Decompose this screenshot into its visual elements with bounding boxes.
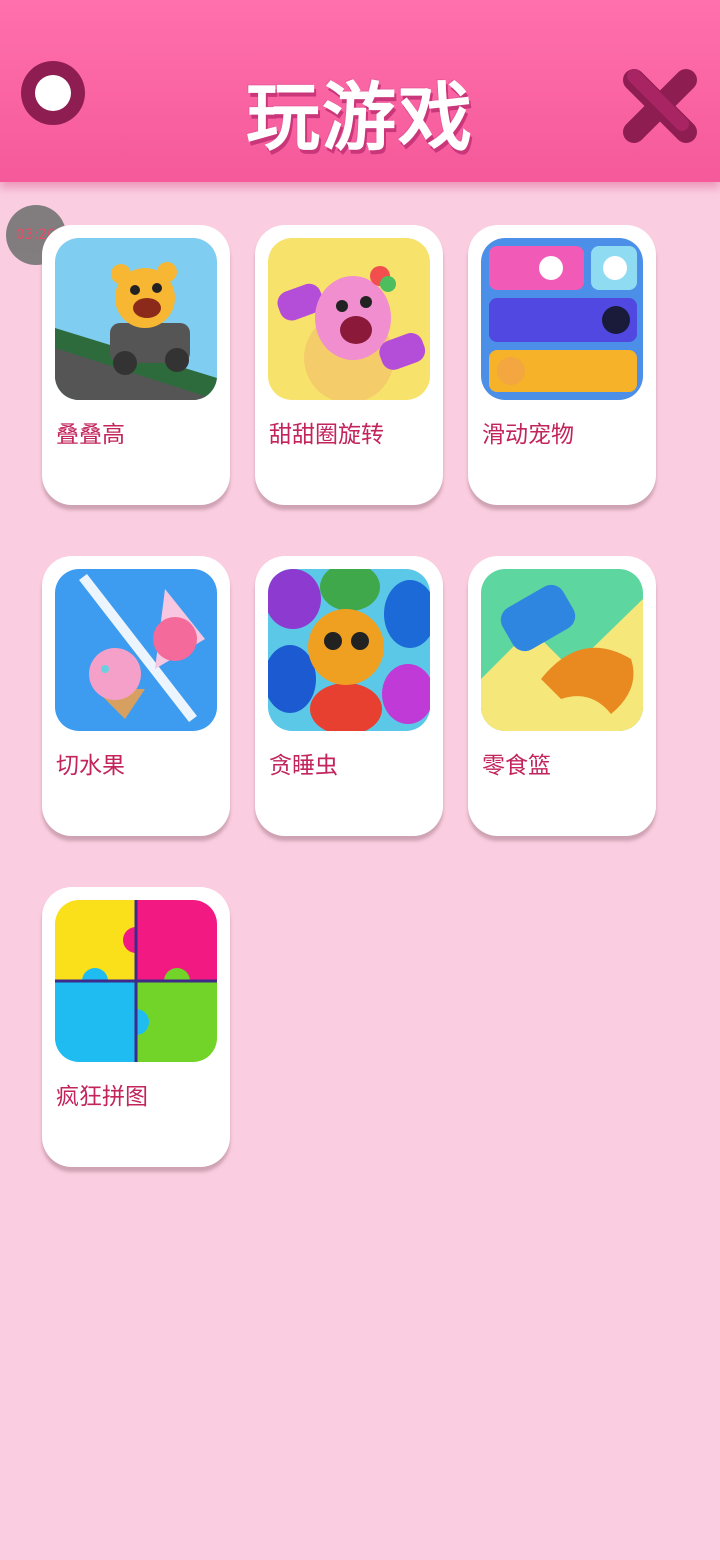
bear-car-icon xyxy=(55,238,217,400)
game-label: 零食篮 xyxy=(482,753,551,779)
sleepy-bug-icon xyxy=(268,569,430,731)
game-card-sleepy-bug[interactable]: 贪睡虫 xyxy=(255,556,443,836)
game-label: 叠叠高 xyxy=(56,422,125,448)
game-label: 甜甜圈旋转 xyxy=(269,422,384,448)
game-label: 切水果 xyxy=(56,753,125,779)
page-title: 玩游戏 xyxy=(246,75,474,161)
game-card-fruit-cut[interactable]: 切水果 xyxy=(42,556,230,836)
ice-cream-slice-icon xyxy=(55,569,217,731)
game-label: 滑动宠物 xyxy=(482,422,574,448)
slide-pets-icon xyxy=(481,238,643,400)
game-label: 贪睡虫 xyxy=(269,753,338,779)
header-bar: 玩游戏 xyxy=(0,0,720,182)
snack-basket-icon xyxy=(481,569,643,731)
close-x-icon xyxy=(623,69,697,143)
pink-monster-icon xyxy=(268,238,430,400)
game-card-donut-spin[interactable]: 甜甜圈旋转 xyxy=(255,225,443,505)
game-card-snack-basket[interactable]: 零食篮 xyxy=(468,556,656,836)
game-card-stack[interactable]: 叠叠高 xyxy=(42,225,230,505)
close-button[interactable] xyxy=(620,66,700,146)
puzzle-icon xyxy=(55,900,217,1062)
game-card-crazy-puzzle[interactable]: 疯狂拼图 xyxy=(42,887,230,1167)
game-label: 疯狂拼图 xyxy=(56,1084,148,1110)
game-card-slide-pets[interactable]: 滑动宠物 xyxy=(468,225,656,505)
